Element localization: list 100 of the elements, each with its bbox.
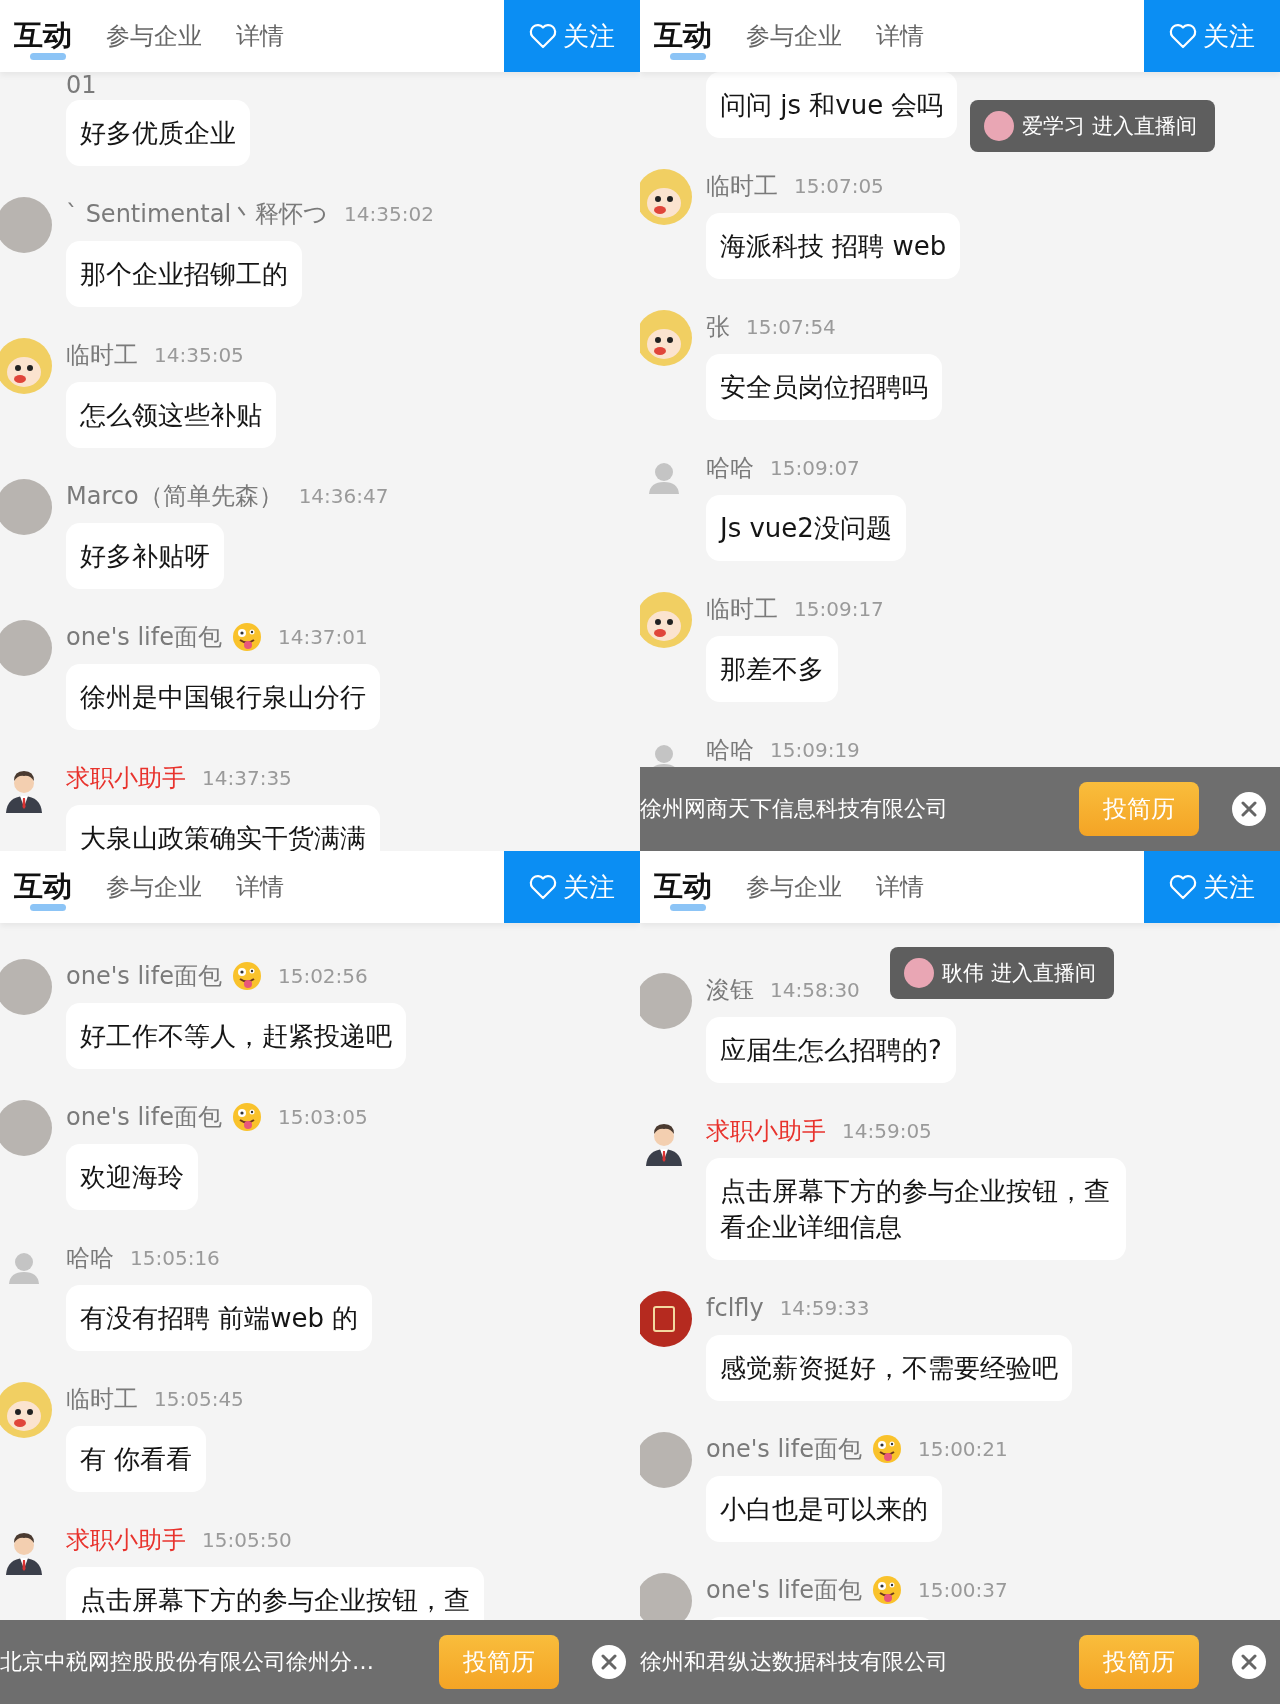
message-bubble: 徐州是中国银行泉山分行	[66, 664, 380, 730]
message-bubble: 有 你看看	[66, 1426, 207, 1492]
sender-name: 临时工	[66, 1384, 138, 1415]
message-time: 15:05:45	[154, 1387, 244, 1411]
message-bubble: 好多补贴呀	[66, 523, 224, 589]
tab[interactable]: 参与企业	[106, 871, 202, 903]
join-notice-text: 爱学习 进入直播间	[1022, 113, 1197, 140]
message-bubble: 点击屏幕下方的参与企业按钮，查看企业详细信息	[706, 1158, 1126, 1260]
message-bubble: 欢迎海玲	[66, 1144, 198, 1210]
sender-name: 求职小助手	[66, 763, 186, 794]
sender-name: 01	[66, 71, 97, 99]
message-bubble: 小白也是可以来的	[706, 1476, 942, 1542]
tab[interactable]: 参与企业	[106, 20, 202, 52]
sender-name: one's life面包	[66, 961, 222, 992]
sender-name: fclfly	[706, 1294, 764, 1322]
avatar-photo	[0, 197, 52, 253]
sender-name: 求职小助手	[66, 1525, 186, 1556]
message-time: 15:09:19	[770, 738, 860, 762]
sender-name: ˋ Sentimental丶释怀つ	[66, 199, 329, 230]
message-time: 15:00:37	[917, 1578, 1008, 1602]
message-bubble: 海派科技 招聘 web	[706, 213, 961, 279]
message-time: 15:05:50	[202, 1528, 292, 1552]
tab[interactable]: 详情	[236, 871, 284, 903]
close-button[interactable]	[592, 1645, 626, 1679]
message-bubble: 应届生怎么招聘的?	[706, 1017, 956, 1083]
sender-name: 临时工	[706, 594, 778, 625]
message-bubble: 怎么领这些补贴	[66, 382, 276, 448]
close-button[interactable]	[1232, 1645, 1266, 1679]
message-bubble: 大泉山政策确实干货满满	[66, 805, 380, 851]
message-bubble: 感觉薪资挺好，不需要经验吧	[706, 1335, 1072, 1401]
follow-button[interactable]: 关注	[504, 0, 640, 72]
message-bubble: 有没有招聘 前端web 的	[66, 1285, 373, 1351]
message-time: 15:07:05	[794, 174, 884, 198]
heart-icon	[1169, 23, 1197, 49]
tab[interactable]: 参与企业	[746, 20, 842, 52]
close-button[interactable]	[1232, 792, 1266, 826]
sender-name: 哈哈	[706, 453, 754, 484]
cartoon-avatar-icon	[0, 1382, 52, 1438]
message-bubble: 好多优质企业	[66, 100, 250, 166]
close-icon	[1241, 1654, 1257, 1670]
avatar-photo	[984, 111, 1014, 141]
person-silhouette-icon	[649, 463, 679, 494]
message-time: 15:09:07	[770, 456, 860, 480]
tab[interactable]: 详情	[876, 871, 924, 903]
sender-name: 临时工	[706, 171, 778, 202]
sender-name: one's life面包	[706, 1575, 862, 1606]
message-bubble: 问问 js 和vue 会吗	[706, 72, 958, 138]
sender-name: one's life面包	[706, 1434, 862, 1465]
sender-name: 哈哈	[66, 1243, 114, 1274]
message-bubble: 那差不多	[706, 636, 838, 702]
message-bubble: Js vue2没问题	[706, 495, 906, 561]
avatar-photo	[0, 1100, 52, 1156]
sender-name: 浚钰	[706, 975, 754, 1006]
avatar-photo	[640, 1432, 692, 1488]
sender-name: 张	[706, 312, 730, 343]
seal-avatar-icon	[640, 1291, 692, 1347]
message-bubble: 那个企业招铆工的	[66, 241, 302, 307]
message-time: 15:00:21	[917, 1437, 1008, 1461]
avatar-photo	[640, 973, 692, 1029]
sender-name: 临时工	[66, 340, 138, 371]
cartoon-avatar-icon	[640, 169, 692, 225]
avatar-photo	[0, 959, 52, 1015]
sender-name: 哈哈	[706, 735, 754, 766]
close-icon	[601, 1654, 617, 1670]
message-time: 14:36:47	[298, 484, 389, 508]
cartoon-avatar-icon	[0, 338, 52, 394]
sender-name: 求职小助手	[706, 1116, 826, 1147]
company-name: 北京中税网控股股份有限公司徐州分…	[0, 1648, 375, 1676]
tab[interactable]: 详情	[236, 20, 284, 52]
follow-button[interactable]: 关注	[504, 851, 640, 923]
message-time: 14:35:05	[154, 343, 244, 367]
avatar-photo	[0, 479, 52, 535]
cartoon-avatar-icon	[640, 592, 692, 648]
cartoon-avatar-icon	[640, 310, 692, 366]
avatar-photo	[0, 620, 52, 676]
heart-icon	[529, 23, 557, 49]
follow-button[interactable]: 关注	[1144, 0, 1280, 72]
message-time: 15:07:54	[746, 315, 836, 339]
message-time: 15:03:05	[277, 1105, 368, 1129]
join-notice-text: 耿伟 进入直播间	[942, 960, 1096, 987]
sender-name: one's life面包	[66, 1102, 222, 1133]
tab[interactable]: 详情	[876, 20, 924, 52]
message-time: 14:59:05	[842, 1119, 932, 1143]
tab[interactable]: 参与企业	[746, 871, 842, 903]
follow-button[interactable]: 关注	[1144, 851, 1280, 923]
close-icon	[1241, 801, 1257, 817]
company-name: 徐州和君纵达数据科技有限公司	[640, 1648, 949, 1676]
heart-icon	[529, 874, 557, 900]
message-time: 14:59:33	[779, 1296, 870, 1320]
message-time: 15:02:56	[277, 964, 368, 988]
message-time: 15:09:17	[794, 597, 884, 621]
sender-name: Marco（简单先森）	[66, 481, 283, 512]
message-time: 14:58:30	[770, 978, 860, 1002]
message-time: 14:37:35	[202, 766, 292, 790]
company-name: 徐州网商天下信息科技有限公司	[640, 795, 949, 823]
message-bubble: 安全员岗位招聘吗	[706, 354, 942, 420]
message-bubble: 好工作不等人，赶紧投递吧	[66, 1003, 406, 1069]
message-time: 14:35:02	[344, 202, 434, 226]
sender-name: one's life面包	[66, 622, 222, 653]
heart-icon	[1169, 874, 1197, 900]
